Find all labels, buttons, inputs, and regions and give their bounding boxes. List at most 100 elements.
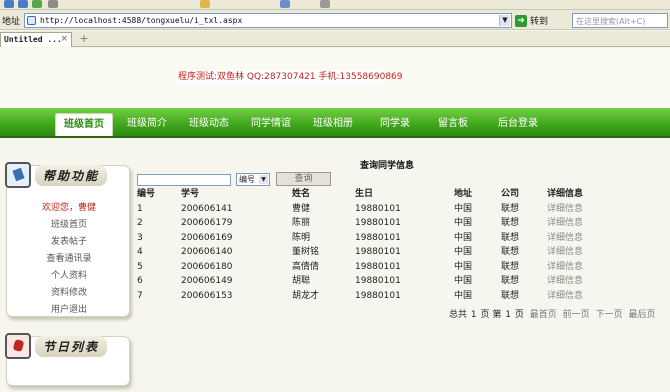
cell-name: 曹健 <box>292 203 311 214</box>
detail-link[interactable]: 详细信息 <box>547 289 583 303</box>
tab-bar: Untitled ... × + <box>0 31 670 47</box>
holiday-panel-header: 节日列表 <box>5 333 108 359</box>
cell-birthday: 19880101 <box>355 290 401 301</box>
cell-student-no: 200606141 <box>181 203 233 214</box>
detail-link[interactable]: 详细信息 <box>547 202 583 216</box>
table-row: 5 200606180 高倩倩 19880101 中国 联想 详细信息 <box>137 260 657 275</box>
tab-title: Untitled ... <box>4 35 62 44</box>
page-favicon-icon <box>27 16 36 25</box>
sidebar-item-contacts[interactable]: 查看通讯录 <box>7 251 131 268</box>
holiday-panel-title: 节日列表 <box>35 335 108 357</box>
close-icon[interactable]: × <box>60 34 68 44</box>
notebook-icon <box>5 162 31 188</box>
search-input[interactable] <box>137 174 231 186</box>
cell-company: 联想 <box>501 232 520 243</box>
back-icon[interactable] <box>4 0 14 8</box>
col-header-birthday: 生日 <box>355 189 374 199</box>
cell-birthday: 19880101 <box>355 261 401 272</box>
table-row: 1 200606141 曹健 19880101 中国 联想 详细信息 <box>137 202 657 217</box>
cell-company: 联想 <box>501 218 520 228</box>
cell-company: 联想 <box>501 276 520 286</box>
cell-birthday: 19880101 <box>355 276 401 286</box>
search-field-select[interactable]: 编号 ▼ <box>236 173 270 186</box>
address-label: 地址 <box>2 17 21 27</box>
pager-current-label: 第 <box>492 310 502 320</box>
detail-link[interactable]: 详细信息 <box>547 231 583 245</box>
sidebar-item-home[interactable]: 班级首页 <box>7 217 131 234</box>
col-header-company: 公司 <box>501 189 520 199</box>
detail-link[interactable]: 详细信息 <box>547 216 583 230</box>
forward-icon[interactable] <box>18 0 28 8</box>
table-row: 6 200606149 胡聪 19880101 中国 联想 详细信息 <box>137 274 657 289</box>
cell-company: 联想 <box>501 203 520 214</box>
pager-prev-link[interactable]: 前一页 <box>563 310 590 320</box>
mail-icon[interactable] <box>200 0 210 8</box>
cell-student-no: 200606180 <box>181 261 233 272</box>
nav-item-guestbook[interactable]: 留言板 <box>424 113 482 136</box>
page-title: 查询同学信息 <box>360 161 415 171</box>
browser-search-input[interactable]: 在这里搜索(Alt+C) <box>572 13 668 28</box>
home-icon[interactable] <box>48 0 58 8</box>
pager-last-link[interactable]: 最后页 <box>628 310 655 320</box>
pager-next-link[interactable]: 下一页 <box>596 310 623 320</box>
nav-item-intro[interactable]: 班级简介 <box>118 113 176 136</box>
cell-address: 中国 <box>454 247 473 257</box>
table-row: 4 200606140 董树铭 19880101 中国 联想 详细信息 <box>137 245 657 260</box>
sidebar-item-profile[interactable]: 个人资料 <box>7 268 131 285</box>
browser-tab[interactable]: Untitled ... × <box>0 32 72 47</box>
new-tab-icon[interactable]: + <box>78 33 90 45</box>
table-row: 7 200606153 胡龙才 19880101 中国 联想 详细信息 <box>137 289 657 304</box>
sidebar-item-edit-profile[interactable]: 资料修改 <box>7 285 131 302</box>
cell-address: 中国 <box>454 261 473 272</box>
welcome-text: 欢迎您，曹健 <box>41 203 96 213</box>
go-arrow-icon: ➜ <box>515 14 527 27</box>
help-panel-header: 帮助功能 <box>5 162 108 188</box>
nav-item-friendship[interactable]: 同学情谊 <box>242 113 300 136</box>
cell-address: 中国 <box>454 232 473 243</box>
address-url: http://localhost:4588/tongxuelu/i_txl.as… <box>40 16 243 25</box>
help-panel: 帮助功能 欢迎您，曹健 班级首页 发表帖子 查看通讯录 个人资料 资料修改 用户… <box>5 162 131 319</box>
col-header-details: 详细信息 <box>547 189 584 199</box>
nav-item-classmates[interactable]: 同学录 <box>366 113 424 136</box>
favorites-icon[interactable] <box>280 0 290 8</box>
cell-name: 陈明 <box>292 232 311 243</box>
cell-birthday: 19880101 <box>355 232 401 243</box>
refresh-icon[interactable] <box>32 0 42 8</box>
address-input[interactable]: http://localhost:4588/tongxuelu/i_txl.as… <box>24 13 512 28</box>
cell-id: 3 <box>137 232 143 243</box>
nav-item-home[interactable]: 班级首页 <box>55 113 113 136</box>
cell-id: 1 <box>137 203 143 214</box>
go-button[interactable]: ➜ 转到 <box>515 13 548 28</box>
col-header-address: 地址 <box>454 189 473 199</box>
developer-info: 程序测试:双鱼林 QQ:287307421 手机:13558690869 <box>176 70 403 84</box>
pager-first-link[interactable]: 最首页 <box>530 310 557 320</box>
browser-toolbar <box>0 0 670 10</box>
cell-name: 陈丽 <box>292 218 311 228</box>
search-field-value: 编号 <box>239 175 255 184</box>
col-header-name: 姓名 <box>292 189 311 199</box>
cell-id: 6 <box>137 276 143 286</box>
cell-name: 董树铭 <box>292 247 320 257</box>
go-label: 转到 <box>530 17 549 27</box>
cell-address: 中国 <box>454 218 473 228</box>
query-button[interactable]: 查询 <box>276 172 331 186</box>
classmates-table: 编号 学号 姓名 生日 地址 公司 详细信息 1 200606141 曹健 19880… <box>137 187 657 303</box>
sidebar-item-new-post[interactable]: 发表帖子 <box>7 234 131 251</box>
chevron-down-icon[interactable]: ▼ <box>499 15 510 26</box>
table-row: 2 200606179 陈丽 19880101 中国 联想 详细信息 <box>137 216 657 231</box>
detail-link[interactable]: 详细信息 <box>547 274 583 288</box>
nav-item-admin-login[interactable]: 后台登录 <box>488 113 548 136</box>
detail-link[interactable]: 详细信息 <box>547 245 583 259</box>
nav-item-album[interactable]: 班级相册 <box>304 113 362 136</box>
nav-item-news[interactable]: 班级动态 <box>180 113 238 136</box>
sidebar-item-logout[interactable]: 用户退出 <box>7 302 131 319</box>
print-icon[interactable] <box>320 0 330 8</box>
pager-total-pages: 1 <box>470 310 477 320</box>
sidebar-links: 欢迎您，曹健 班级首页 发表帖子 查看通讯录 个人资料 资料修改 用户退出 <box>7 200 131 319</box>
cell-student-no: 200606153 <box>181 290 233 301</box>
detail-link[interactable]: 详细信息 <box>547 260 583 274</box>
cell-id: 7 <box>137 290 143 301</box>
cell-address: 中国 <box>454 203 473 214</box>
cell-id: 4 <box>137 247 143 257</box>
table-header: 编号 学号 姓名 生日 地址 公司 详细信息 <box>137 187 657 202</box>
